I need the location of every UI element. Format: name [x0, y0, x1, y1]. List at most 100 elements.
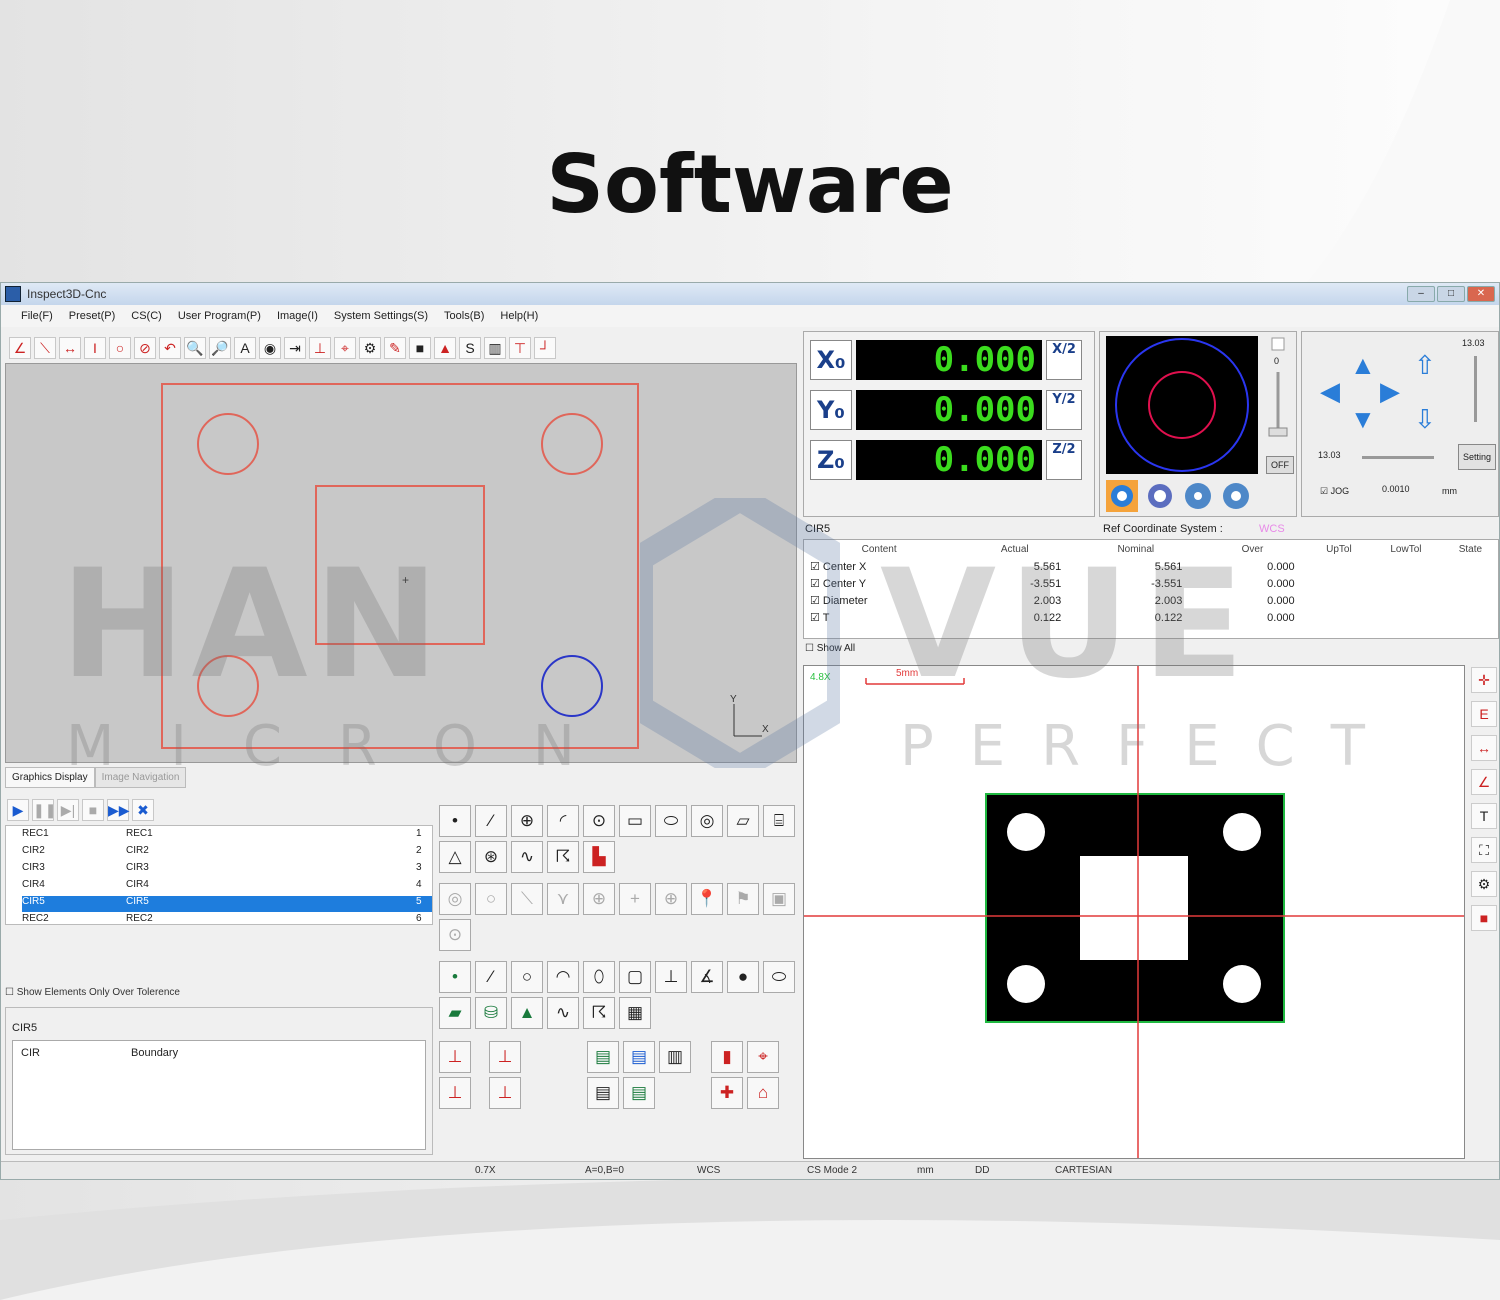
- origin-icon[interactable]: ┘: [534, 337, 556, 359]
- construct-line-icon[interactable]: ⁄: [475, 961, 507, 993]
- snap-crosshair-icon[interactable]: ⌖: [747, 1041, 779, 1073]
- jog-checkbox[interactable]: ☑ JOG: [1320, 486, 1349, 497]
- globe-icon[interactable]: ◉: [259, 337, 281, 359]
- distance-tool-icon[interactable]: ↔: [59, 337, 81, 359]
- tab-graphics-display[interactable]: Graphics Display: [5, 767, 95, 788]
- height-tool-icon[interactable]: I: [84, 337, 106, 359]
- measure-width-icon[interactable]: ↔: [1471, 735, 1497, 761]
- menu-help[interactable]: Help(H): [492, 310, 546, 322]
- light-off-button[interactable]: OFF: [1266, 456, 1294, 474]
- stop-program-icon[interactable]: ■: [82, 799, 104, 821]
- construct-ellipse-icon[interactable]: ⬯: [583, 961, 615, 993]
- jog-up-icon[interactable]: ▲: [1350, 350, 1376, 381]
- diameter-tool-icon[interactable]: ⊘: [134, 337, 156, 359]
- cone-feature-icon[interactable]: △: [439, 841, 471, 873]
- cylinder-feature-icon[interactable]: ⌸: [763, 805, 795, 837]
- menu-user-program[interactable]: User Program(P): [170, 310, 269, 322]
- show-all-checkbox[interactable]: ☐ Show All: [805, 643, 855, 654]
- quad-light-icon[interactable]: [1223, 483, 1249, 509]
- construct-angle-icon[interactable]: ∡: [691, 961, 723, 993]
- tab-image-navigation[interactable]: Image Navigation: [94, 767, 187, 788]
- calculator-icon[interactable]: ▦: [619, 997, 651, 1029]
- x-half-button[interactable]: X/2: [1046, 340, 1082, 380]
- construct-cone-icon[interactable]: ▲: [511, 997, 543, 1029]
- circle-center-icon[interactable]: ⊕: [511, 805, 543, 837]
- image-icon[interactable]: ▣: [763, 883, 795, 915]
- tools-icon[interactable]: ✖: [132, 799, 154, 821]
- list-item[interactable]: CIR3 CIR3 3: [22, 862, 432, 878]
- center-point-icon[interactable]: ⊙: [439, 919, 471, 951]
- z-zero-button[interactable]: Z₀: [810, 440, 852, 480]
- jog-setting-button[interactable]: Setting: [1458, 444, 1496, 470]
- plus-icon[interactable]: +: [619, 883, 651, 915]
- home-icon[interactable]: ⌂: [747, 1077, 779, 1109]
- zoom-in-icon[interactable]: 🔍: [184, 337, 206, 359]
- pin-icon[interactable]: 📍: [691, 883, 723, 915]
- menu-file[interactable]: File(F): [13, 310, 61, 322]
- table-row[interactable]: ☑ Diameter 2.003 2.003 0.000: [804, 592, 1498, 609]
- menu-tools[interactable]: Tools(B): [436, 310, 492, 322]
- flag-icon[interactable]: ⚑: [727, 883, 759, 915]
- coordinate-rotate-icon[interactable]: ⊥: [439, 1077, 471, 1109]
- line-tool-icon[interactable]: ⟍: [34, 337, 56, 359]
- coordinate-set-icon[interactable]: ⊥: [439, 1041, 471, 1073]
- report-export-icon[interactable]: ▤: [587, 1041, 619, 1073]
- coaxial-light-icon[interactable]: [1148, 484, 1172, 508]
- z-down-icon[interactable]: ⇩: [1414, 404, 1436, 435]
- construct-curve-icon[interactable]: ∿: [547, 997, 579, 1029]
- close-button[interactable]: ✕: [1467, 286, 1495, 302]
- add-point-icon[interactable]: ✛: [1471, 667, 1497, 693]
- move-to-icon[interactable]: ✚: [711, 1077, 743, 1109]
- magnifier-icon[interactable]: ⊕: [583, 883, 615, 915]
- ellipse-feature-icon[interactable]: ⊙: [583, 805, 615, 837]
- table-row[interactable]: ☑ Center Y -3.551 -3.551 0.000: [804, 575, 1498, 592]
- camera-settings-icon[interactable]: ⚙: [1471, 871, 1497, 897]
- sphere-feature-icon[interactable]: ⊛: [475, 841, 507, 873]
- construct-arc-icon[interactable]: ◠: [547, 961, 579, 993]
- menu-system-settings[interactable]: System Settings(S): [326, 310, 436, 322]
- plane-feature-icon[interactable]: ▱: [727, 805, 759, 837]
- contour-feature-icon[interactable]: ☈: [547, 841, 579, 873]
- fullscreen-icon[interactable]: ⛶: [1471, 837, 1497, 863]
- list-item[interactable]: REC2 REC2 6: [22, 913, 432, 925]
- stop-icon[interactable]: ■: [409, 337, 431, 359]
- text-tool-icon[interactable]: A: [234, 337, 256, 359]
- zoom-out-icon[interactable]: 🔎: [209, 337, 231, 359]
- curve-feature-icon[interactable]: ∿: [511, 841, 543, 873]
- angle-view-icon[interactable]: ∠: [1471, 769, 1497, 795]
- show-over-tolerance-checkbox[interactable]: ☐ Show Elements Only Over Tolerence: [5, 987, 180, 998]
- target-icon[interactable]: ⊕: [655, 883, 687, 915]
- maximize-button[interactable]: □: [1437, 286, 1465, 302]
- minimize-button[interactable]: –: [1407, 286, 1435, 302]
- construct-ring-icon[interactable]: ●: [727, 961, 759, 993]
- point-tool-icon[interactable]: •: [439, 805, 471, 837]
- arc-tool-icon[interactable]: ↶: [159, 337, 181, 359]
- fast-forward-icon[interactable]: ▶▶: [107, 799, 130, 821]
- construct-point-icon[interactable]: •: [439, 961, 471, 993]
- z-up-icon[interactable]: ⇧: [1414, 350, 1436, 381]
- list-item-selected[interactable]: CIR5 CIR5 5: [22, 896, 432, 912]
- menu-image[interactable]: Image(I): [269, 310, 326, 322]
- ring-feature-icon[interactable]: ◎: [691, 805, 723, 837]
- slot-feature-icon[interactable]: ⬭: [655, 805, 687, 837]
- list-item[interactable]: CIR2 CIR2 2: [22, 845, 432, 861]
- construct-contour-icon[interactable]: ☈: [583, 997, 615, 1029]
- rectangle-feature-icon[interactable]: ▭: [619, 805, 651, 837]
- report-icon[interactable]: ▥: [484, 337, 506, 359]
- construct-plane-icon[interactable]: ▰: [439, 997, 471, 1029]
- jog-right-icon[interactable]: ▶: [1380, 376, 1400, 407]
- text-view-icon[interactable]: T: [1471, 803, 1497, 829]
- jog-down-icon[interactable]: ▼: [1350, 404, 1376, 435]
- y-zero-button[interactable]: Y₀: [810, 390, 852, 430]
- live-camera-view[interactable]: 4.8X 5mm: [803, 665, 1465, 1159]
- s-tool-icon[interactable]: S: [459, 337, 481, 359]
- xy-speed-slider[interactable]: [1362, 456, 1434, 459]
- probe-icon[interactable]: ▲: [434, 337, 456, 359]
- export-icon[interactable]: ⇥: [284, 337, 306, 359]
- step-height-icon[interactable]: ▙: [583, 841, 615, 873]
- align-icon[interactable]: ⊤: [509, 337, 531, 359]
- y-half-button[interactable]: Y/2: [1046, 390, 1082, 430]
- report-print-icon[interactable]: ▤: [623, 1041, 655, 1073]
- coordinate-shift-icon[interactable]: ⊥: [489, 1041, 521, 1073]
- coordinate-origin-icon[interactable]: ⊥: [489, 1077, 521, 1109]
